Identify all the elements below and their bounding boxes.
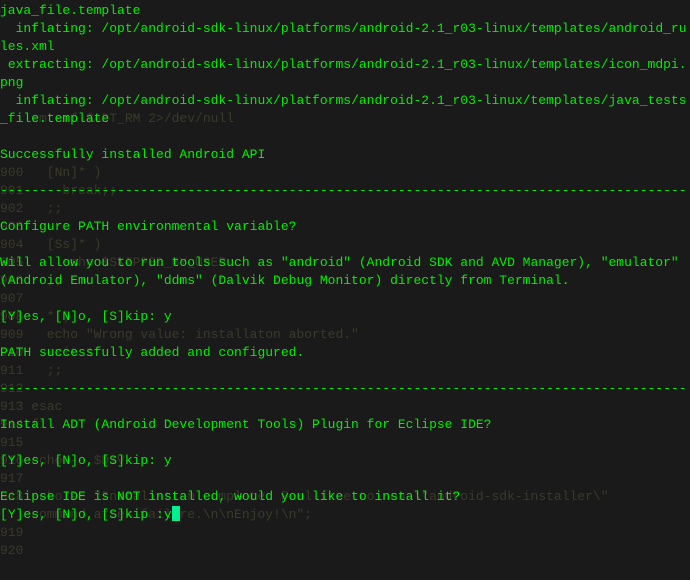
- terminal-line: inflating: /opt/android-sdk-linux/platfo…: [0, 92, 690, 128]
- terminal-line: extracting: /opt/android-sdk-linux/platf…: [0, 56, 690, 92]
- blank-line: [0, 236, 690, 254]
- terminal-line: [Y]es, [N]o, [S]kip: y: [0, 452, 690, 470]
- terminal-line: [Y]es, [N]o, [S]kip: y: [0, 308, 690, 326]
- terminal-line: inflating: /opt/android-sdk-linux/platfo…: [0, 20, 690, 56]
- terminal-line: java_file.template: [0, 2, 690, 20]
- blank-line: [0, 470, 690, 488]
- blank-line: [0, 434, 690, 452]
- terminal-line: Configure PATH environmental variable?: [0, 218, 690, 236]
- blank-line: [0, 362, 690, 380]
- blank-line: [0, 128, 690, 146]
- terminal-output[interactable]: java_file.template inflating: /opt/andro…: [0, 0, 690, 526]
- section-divider: ----------------------------------------…: [0, 182, 690, 200]
- terminal-line: PATH successfully added and configured.: [0, 344, 690, 362]
- blank-line: [0, 326, 690, 344]
- blank-line: [0, 290, 690, 308]
- blank-line: [0, 200, 690, 218]
- prompt-text: [Y]es, [N]o, [S]kip :y: [0, 507, 172, 522]
- cursor-icon: [172, 506, 180, 521]
- section-divider: ----------------------------------------…: [0, 380, 690, 398]
- blank-line: [0, 398, 690, 416]
- terminal-line: Install ADT (Android Development Tools) …: [0, 416, 690, 434]
- terminal-prompt[interactable]: [Y]es, [N]o, [S]kip :y: [0, 506, 690, 524]
- terminal-line: Will allow you to run tools such as "and…: [0, 254, 690, 290]
- terminal-line: Eclipse IDE is NOT installed, would you …: [0, 488, 690, 506]
- blank-line: [0, 164, 690, 182]
- terminal-line: Successfully installed Android API: [0, 146, 690, 164]
